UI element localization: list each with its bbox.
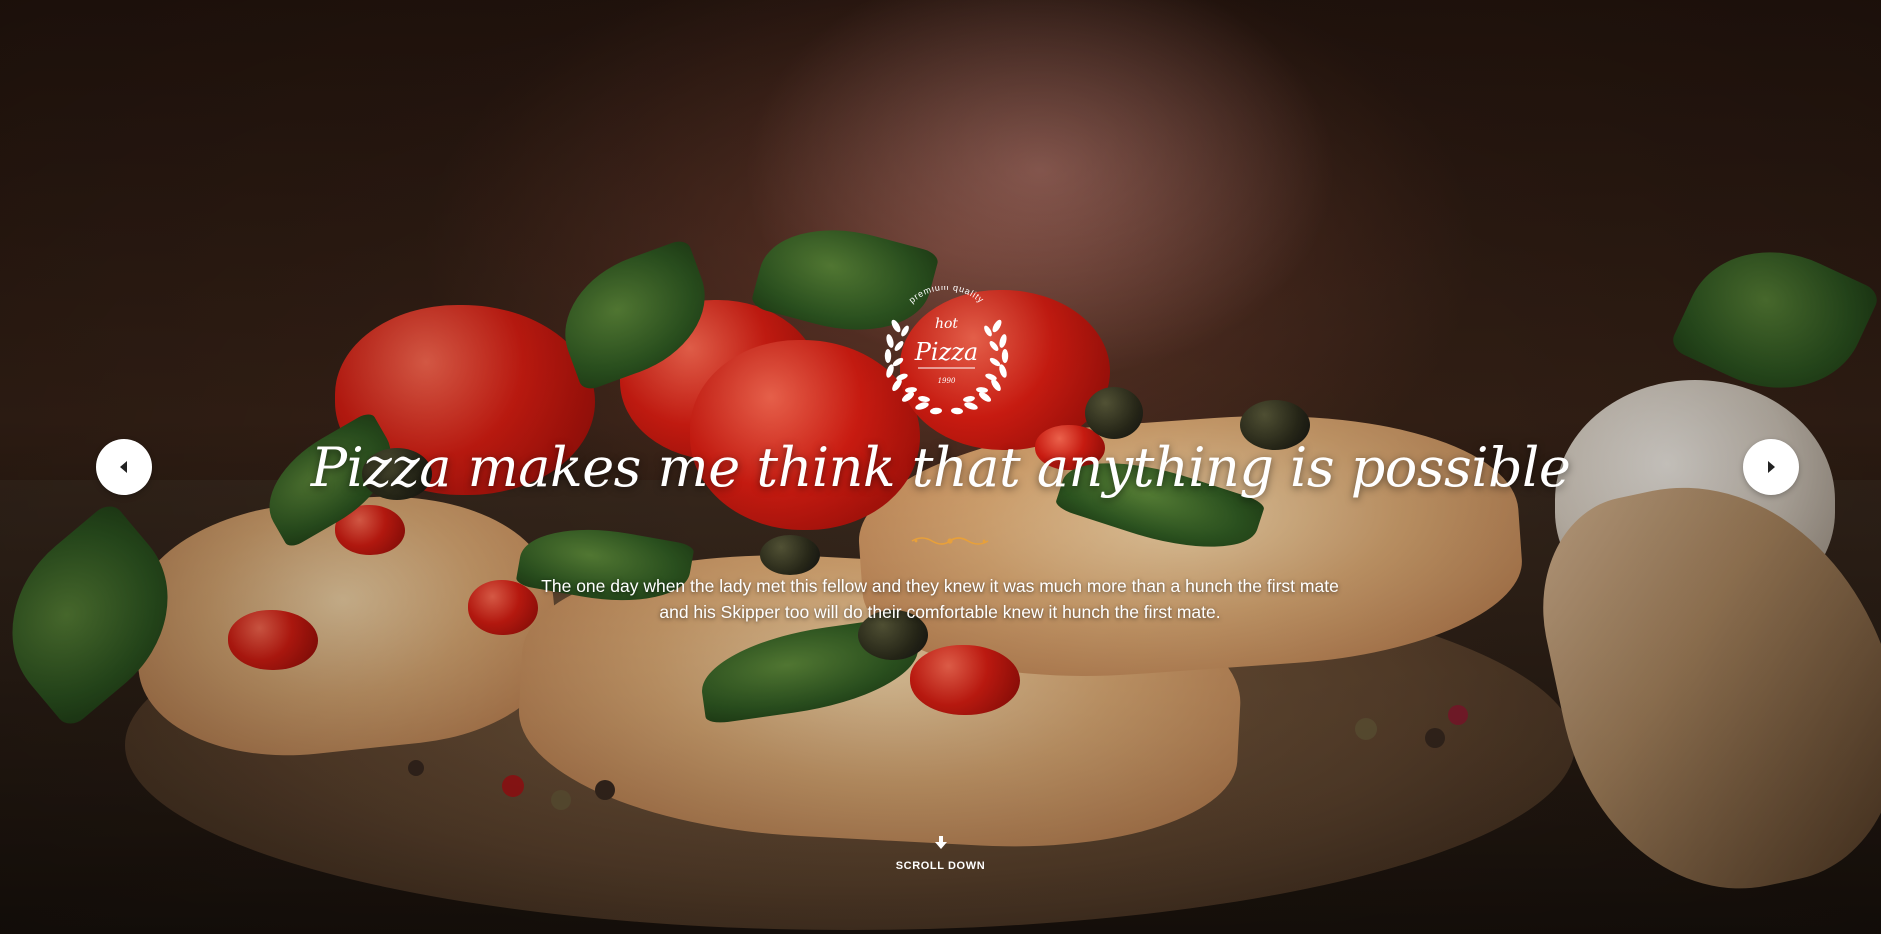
svg-text:premium quality: premium quality	[907, 286, 986, 305]
hero-headline: Pizza makes me think that anything is po…	[310, 436, 1571, 499]
emblem-top-text: premium quality	[907, 282, 985, 305]
emblem-year: 1990	[938, 377, 956, 385]
scroll-down-link[interactable]: SCROLL DOWN	[0, 836, 1881, 872]
ornament-divider-icon	[910, 533, 990, 549]
emblem-small-word: hot	[935, 316, 958, 332]
emblem-main-word: Pizza	[914, 338, 978, 366]
pizza-emblem-logo: premium quality hot Pizza 1990	[878, 282, 1015, 420]
scroll-down-label: SCROLL DOWN	[895, 860, 986, 872]
slider-prev-button[interactable]	[96, 439, 152, 495]
caret-right-icon	[1768, 461, 1775, 473]
slider-next-button[interactable]	[1743, 439, 1799, 495]
laurel-wreath-icon: premium quality hot Pizza 1990	[884, 282, 1009, 415]
hero-slider: premium quality hot Pizza 1990 Pizza mak…	[0, 0, 1881, 934]
arrow-down-icon	[934, 836, 947, 849]
caret-left-icon	[120, 461, 127, 473]
hero-description: The one day when the lady met this fello…	[541, 576, 1339, 622]
